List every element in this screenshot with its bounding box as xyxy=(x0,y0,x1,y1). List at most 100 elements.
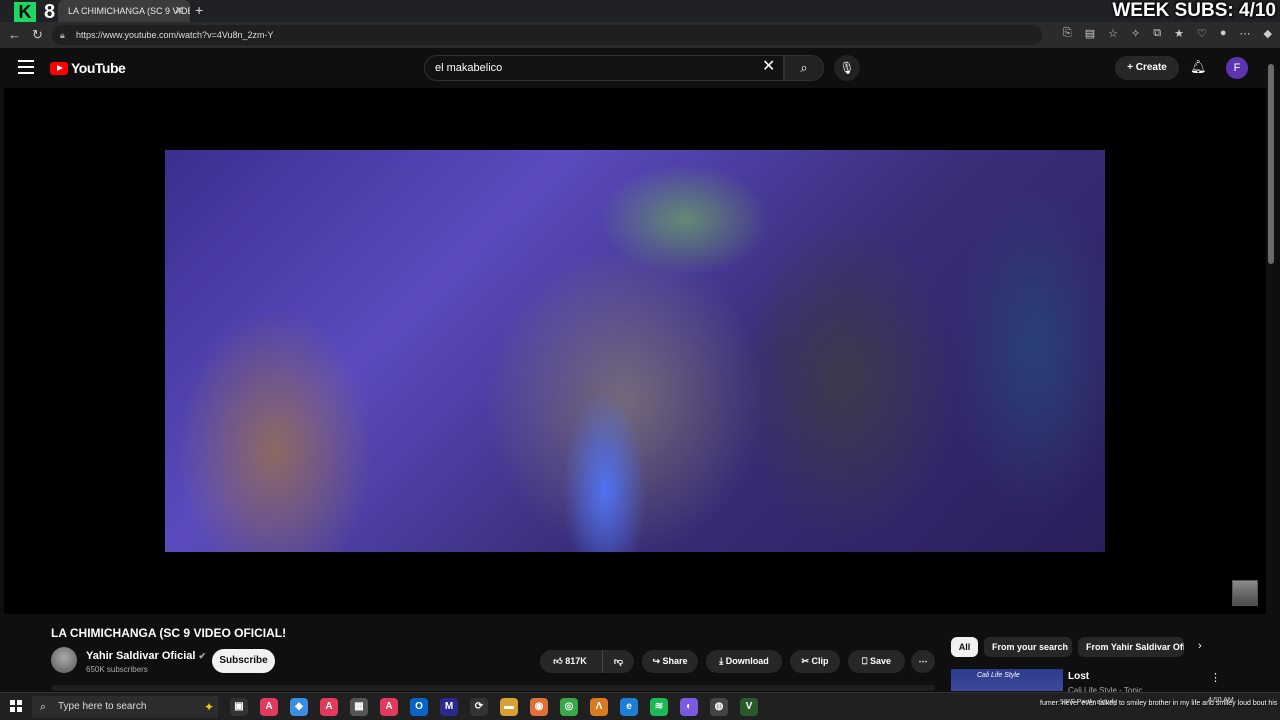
search-input[interactable]: el makabelico xyxy=(424,55,784,81)
youtube-logo[interactable]: YouTube xyxy=(50,60,126,76)
thumbs-down-icon: 👎︎ xyxy=(613,656,624,666)
subscriber-count: 650K subscribers xyxy=(86,665,148,674)
verified-icon: ✔ xyxy=(198,651,206,661)
search-icon: ⌕ xyxy=(40,701,47,713)
clear-search-icon[interactable]: ✕ xyxy=(762,58,775,76)
file-explorer-icon[interactable]: ▬ xyxy=(500,698,518,716)
browser-toolbar-icons: ⎘ ▤ ☆ ✧ ⧉ ★ ♡ ● ⋯ ◆ xyxy=(1063,27,1272,40)
close-icon[interactable]: ✕ xyxy=(175,4,184,17)
thumbs-up-icon: 👍︎ xyxy=(553,656,563,666)
channel-name[interactable]: Yahir Saldivar Oficial ✔ xyxy=(86,650,206,662)
stream-logo-k: K xyxy=(14,2,36,22)
profile-icon[interactable]: ● xyxy=(1220,27,1227,40)
task-view-icon[interactable]: ▣ xyxy=(230,698,248,716)
dislike-button[interactable]: 👎︎ xyxy=(602,650,634,673)
extensions-icon[interactable]: ✧ xyxy=(1131,27,1140,40)
notifications-bell-icon[interactable]: 🔔︎ xyxy=(1190,59,1207,75)
collections-icon[interactable]: ★ xyxy=(1174,27,1184,40)
favorite-icon[interactable]: ☆ xyxy=(1108,27,1118,40)
address-bar-row: ← ↻ 🔒︎ https://www.youtube.com/watch?v=4… xyxy=(0,22,1280,48)
new-tab-icon[interactable]: + xyxy=(195,2,203,18)
search-button[interactable]: ⌕ xyxy=(784,55,824,81)
create-label: Create xyxy=(1135,62,1167,73)
youtube-play-icon xyxy=(50,61,68,75)
back-icon[interactable]: ← xyxy=(8,27,21,42)
v-app-icon[interactable]: V xyxy=(740,698,758,716)
chevron-right-icon[interactable]: › xyxy=(1198,640,1202,652)
mic-icon: 🎙︎ xyxy=(839,61,855,75)
page-scrollbar[interactable] xyxy=(1268,56,1276,688)
browser-tab-bar: K 8 LA CHIMICHANGA (SC 9 VIDEO ✕ + WEEK … xyxy=(0,0,1280,22)
app-a3-icon[interactable]: A xyxy=(380,698,398,716)
split-icon[interactable]: ⧉ xyxy=(1153,27,1161,40)
calculator-icon[interactable]: ▦ xyxy=(350,698,368,716)
like-dislike-group: 👍︎ 817K 👎︎ xyxy=(540,650,634,673)
reload-icon[interactable]: ↻ xyxy=(32,27,43,43)
browser-tab[interactable]: LA CHIMICHANGA (SC 9 VIDEO ✕ xyxy=(58,0,190,22)
share-icon: ↪ xyxy=(652,656,660,666)
app-a-icon[interactable]: A xyxy=(260,698,278,716)
create-button[interactable]: + Create xyxy=(1115,56,1179,80)
stream-chat-overlay: fumer: never even talked to smiley broth… xyxy=(1040,700,1278,707)
discord-icon[interactable]: ◐ xyxy=(680,698,698,716)
channel-avatar[interactable] xyxy=(51,647,77,673)
copilot-app-icon[interactable]: ◆ xyxy=(290,698,308,716)
obs-icon[interactable]: ◍ xyxy=(710,698,728,716)
search-icon: ⌕ xyxy=(800,60,808,75)
recommendation-thumbnail[interactable]: Cali Life Style xyxy=(951,669,1063,691)
copilot-icon[interactable]: ◆ xyxy=(1264,27,1272,40)
recommendation-title[interactable]: Lost xyxy=(1068,671,1089,682)
lock-icon: 🔒︎ xyxy=(60,30,65,40)
hamburger-menu-icon[interactable] xyxy=(18,60,34,74)
tab-title: LA CHIMICHANGA (SC 9 VIDEO xyxy=(68,6,190,16)
windows-taskbar: ⌕ Type here to search ✦ ▣ A ◆ A ▦ A O M … xyxy=(0,692,1280,720)
channel-name-text: Yahir Saldivar Oficial xyxy=(86,650,196,662)
video-title: LA CHIMICHANGA (SC 9 VIDEO OFICIAL! xyxy=(51,626,287,640)
clip-label: Clip xyxy=(811,656,829,666)
more-horizontal-icon: ⋯ xyxy=(918,656,928,666)
sync-icon[interactable]: ⟳ xyxy=(470,698,488,716)
chip-from-channel[interactable]: From Yahir Saldivar Oficial xyxy=(1078,637,1184,657)
outlook-icon[interactable]: O xyxy=(410,698,428,716)
account-avatar[interactable]: F xyxy=(1226,57,1248,79)
download-icon: ⤓ xyxy=(719,656,724,666)
heart-icon[interactable]: ♡ xyxy=(1197,27,1207,40)
a-app-icon[interactable]: Λ xyxy=(590,698,608,716)
chip-from-your-search[interactable]: From your search xyxy=(984,637,1072,657)
taskbar-search[interactable]: ⌕ Type here to search ✦ xyxy=(32,696,218,718)
taskbar-apps: ▣ A ◆ A ▦ A O M ⟳ ▬ ◉ ◎ Λ e ≋ ◐ ◍ V xyxy=(230,698,758,716)
spotify-icon[interactable]: ≋ xyxy=(650,698,668,716)
reader-icon[interactable]: ▤ xyxy=(1085,27,1095,40)
windows-start-icon[interactable] xyxy=(10,700,22,712)
more-vertical-icon[interactable]: ⋮ xyxy=(1210,671,1221,684)
taskbar-search-placeholder: Type here to search xyxy=(58,701,147,712)
clip-button[interactable]: ✂ Clip xyxy=(790,650,840,673)
app-a2-icon[interactable]: A xyxy=(320,698,338,716)
chrome-icon[interactable]: ◎ xyxy=(560,698,578,716)
edge-icon[interactable]: e xyxy=(620,698,638,716)
subscribe-button[interactable]: Subscribe xyxy=(212,649,275,673)
scrollbar-thumb[interactable] xyxy=(1268,64,1274,264)
youtube-header: YouTube el makabelico ✕ ⌕ 🎙︎ + Create 🔔︎… xyxy=(0,48,1280,88)
video-player[interactable] xyxy=(4,88,1266,614)
url-field[interactable]: 🔒︎ https://www.youtube.com/watch?v=4Vu8n… xyxy=(52,25,1042,45)
share-button[interactable]: ↪ Share xyxy=(642,650,698,673)
like-button[interactable]: 👍︎ 817K xyxy=(540,650,600,673)
sparkle-icon: ✦ xyxy=(203,700,214,714)
download-label: Download xyxy=(725,656,769,666)
translate-icon[interactable]: ⎘ xyxy=(1063,27,1072,40)
save-label: Save xyxy=(869,656,891,666)
webcam-thumbnail xyxy=(1232,580,1258,606)
game-app-icon[interactable]: ◉ xyxy=(530,698,548,716)
video-frame[interactable] xyxy=(165,150,1105,552)
more-icon[interactable]: ⋯ xyxy=(1240,27,1251,40)
system-tray: 58°F Partly cloudy 4:50 AM fumer: never … xyxy=(1040,695,1278,719)
download-button[interactable]: ⤓ Download xyxy=(706,650,782,673)
voice-search-button[interactable]: 🎙︎ xyxy=(834,55,860,81)
more-actions-button[interactable]: ⋯ xyxy=(911,650,935,673)
chip-all[interactable]: All xyxy=(951,637,978,657)
save-button[interactable]: ⎕ Save xyxy=(848,650,905,673)
stream-logo-number: 8 xyxy=(44,1,56,23)
m-app-icon[interactable]: M xyxy=(440,698,458,716)
share-label: Share xyxy=(662,656,688,666)
